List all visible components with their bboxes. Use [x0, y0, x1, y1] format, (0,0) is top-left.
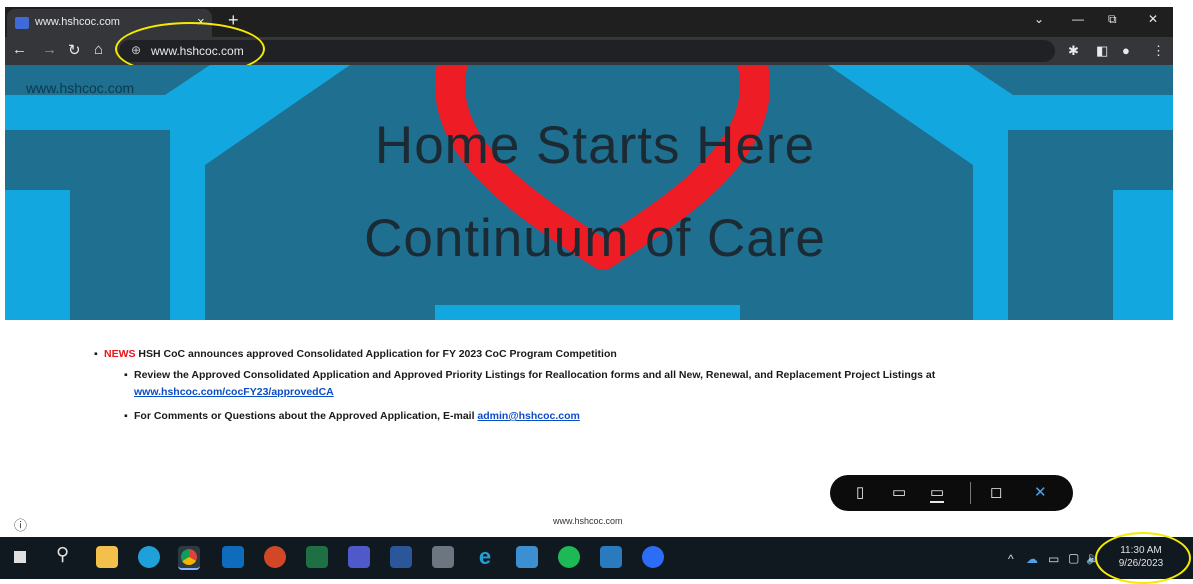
house-heart-graphic: [5, 65, 1173, 320]
file-explorer-icon[interactable]: [96, 546, 118, 568]
calculator-icon[interactable]: [432, 546, 454, 568]
snip-tool-icon[interactable]: [516, 546, 538, 568]
windows-start-icon[interactable]: [14, 551, 26, 563]
site-url-overlay: www.hshcoc.com: [26, 80, 135, 96]
approved-ca-link[interactable]: www.hshcoc.com/cocFY23/approvedCA: [134, 386, 334, 398]
teams-icon[interactable]: [348, 546, 370, 568]
hero-banner: [5, 65, 1173, 320]
headline-line-2: Continuum of Care: [364, 209, 826, 268]
tab-title: www.hshcoc.com: [35, 16, 120, 28]
outlook-icon[interactable]: [222, 546, 244, 568]
minimize-button[interactable]: —: [1072, 12, 1084, 26]
divider: [970, 482, 971, 504]
reload-icon[interactable]: ↻: [68, 41, 81, 59]
chrome-icon[interactable]: [178, 546, 200, 570]
headline-line-1: Home Starts Here: [374, 116, 816, 175]
back-arrow-icon[interactable]: ←: [12, 41, 27, 58]
subitem-comments-text: For Comments or Questions about the Appr…: [134, 410, 478, 422]
laptop-view-icon[interactable]: ▭: [930, 483, 945, 503]
subitem-review: ▪ Review the Approved Consolidated Appli…: [124, 367, 1044, 401]
side-panel-icon[interactable]: ◧: [1096, 43, 1108, 59]
phone-view-icon[interactable]: ▯: [856, 483, 864, 501]
tray-chevron-icon[interactable]: ^: [1008, 552, 1014, 566]
info-icon[interactable]: ⓘ: [14, 515, 27, 534]
annotation-circle-clock: [1095, 532, 1191, 584]
close-window-button[interactable]: ✕: [1148, 12, 1158, 26]
onedrive-icon[interactable]: ☁: [1026, 552, 1038, 566]
footer-url: www.hshcoc.com: [553, 516, 623, 526]
spotify-icon[interactable]: [558, 546, 580, 568]
bullet: ▪: [94, 348, 98, 360]
search-icon[interactable]: ⚲: [56, 544, 69, 565]
bullet: ▪: [124, 410, 128, 422]
news-item: ▪ NEWS HSH CoC announces approved Consol…: [94, 348, 617, 360]
news-tag: NEWS: [104, 348, 136, 360]
bullet: ▪: [124, 369, 128, 381]
network-icon[interactable]: ▢: [1068, 551, 1079, 565]
tablet-view-icon[interactable]: ▭: [892, 483, 906, 501]
close-device-toolbar-icon[interactable]: ✕: [1034, 483, 1047, 501]
home-icon[interactable]: ⌂: [94, 41, 103, 58]
internet-explorer-icon[interactable]: e: [474, 546, 496, 568]
extensions-puzzle-icon[interactable]: ✱: [1068, 43, 1079, 59]
site-favicon-icon: [15, 17, 29, 29]
profile-avatar-icon[interactable]: ●: [1122, 43, 1130, 58]
subitem-review-text: Review the Approved Consolidated Applica…: [134, 369, 936, 381]
menu-kebab-icon[interactable]: ⋮: [1152, 43, 1165, 59]
media-app-icon[interactable]: [600, 546, 622, 568]
feedback-icon[interactable]: ◻: [990, 483, 1002, 501]
excel-icon[interactable]: [306, 546, 328, 568]
edge-icon[interactable]: [138, 546, 160, 568]
device-toolbar: ▯ ▭ ▭ ◻ ✕: [830, 475, 1073, 511]
subitem-comments: ▪ For Comments or Questions about the Ap…: [124, 410, 580, 422]
zoom-icon[interactable]: [642, 546, 664, 568]
word-icon[interactable]: [390, 546, 412, 568]
forward-arrow-icon[interactable]: →: [42, 41, 57, 58]
battery-icon[interactable]: ▭: [1048, 552, 1059, 566]
tab-search-chevron-icon[interactable]: ⌄: [1034, 12, 1044, 26]
powerpoint-icon[interactable]: [264, 546, 286, 568]
news-text: HSH CoC announces approved Consolidated …: [135, 348, 617, 360]
restore-button[interactable]: ⧉: [1108, 12, 1117, 27]
admin-email-link[interactable]: admin@hshcoc.com: [477, 410, 579, 422]
